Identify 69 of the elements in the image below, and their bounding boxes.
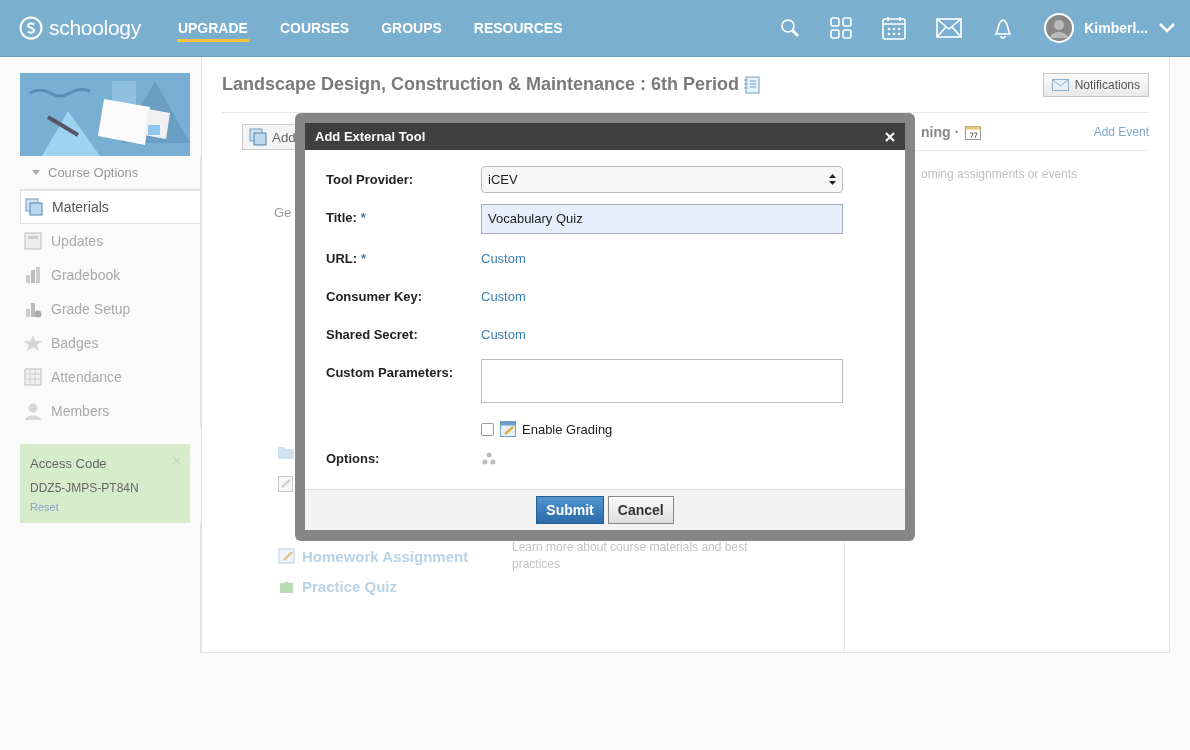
calendar-grid-icon bbox=[24, 368, 42, 386]
checkbox-label[interactable]: Enable Grading bbox=[522, 421, 613, 437]
caret-down-icon bbox=[32, 170, 40, 175]
required-mark: * bbox=[361, 251, 367, 266]
nav-tab[interactable]: COURSES bbox=[278, 14, 351, 42]
field-label: Options: bbox=[326, 451, 380, 466]
section-heading: Ge bbox=[274, 205, 292, 220]
logo-icon[interactable] bbox=[19, 16, 43, 40]
submit-button[interactable]: Submit bbox=[536, 496, 604, 524]
parameters-text-area[interactable] bbox=[481, 359, 843, 403]
updates-icon bbox=[24, 232, 42, 250]
logo-text[interactable]: schoology bbox=[49, 16, 141, 40]
calendar-icon bbox=[965, 123, 982, 140]
add-event-link[interactable]: Add Event bbox=[1093, 124, 1149, 139]
access-code: DDZ5-JMPS-PT84N bbox=[30, 481, 140, 495]
nav-tab[interactable]: UPGRADE bbox=[176, 14, 249, 42]
field-label: Consumer Key: bbox=[326, 289, 423, 304]
sidebar-item[interactable]: Grade Setup bbox=[20, 292, 200, 326]
chevron-down-icon[interactable] bbox=[1158, 22, 1176, 34]
field-label: URL: bbox=[326, 251, 358, 266]
materials-icon bbox=[25, 198, 43, 216]
chart-icon bbox=[24, 266, 42, 284]
upcoming-heading: ning · bbox=[921, 123, 960, 140]
envelope-icon bbox=[1051, 78, 1069, 91]
user-name[interactable]: Kimberl... bbox=[1084, 20, 1148, 36]
gradebook-icon bbox=[500, 421, 516, 437]
mail-icon[interactable] bbox=[936, 18, 963, 38]
chart-gear-icon bbox=[24, 300, 42, 318]
empty-message: oming assignments or events bbox=[920, 166, 1079, 181]
avatar[interactable] bbox=[1044, 13, 1075, 43]
help-text: Learn more about course materials and best practices bbox=[512, 539, 749, 573]
grid-icon[interactable] bbox=[830, 17, 853, 39]
access-code-title: Access Code bbox=[30, 456, 107, 471]
sidebar-item[interactable]: Members bbox=[20, 394, 200, 428]
sidebar-item[interactable]: Materials bbox=[20, 190, 200, 224]
grading-checkbox[interactable] bbox=[481, 422, 494, 436]
field-label: Tool Provider: bbox=[326, 172, 414, 187]
custom-link[interactable]: Custom bbox=[481, 245, 526, 266]
pencil-page-icon bbox=[278, 547, 296, 565]
materials-icon bbox=[249, 128, 267, 146]
custom-link[interactable]: Custom bbox=[481, 283, 526, 304]
sidebar-item[interactable]: Updates bbox=[20, 224, 200, 258]
course-title: Landscape Design, Construction & Maintenance : 6th Period bbox=[222, 74, 740, 95]
title-input-field[interactable]: Vocabulary Quiz bbox=[481, 204, 843, 234]
field-label: Custom Parameters: bbox=[326, 365, 454, 380]
calendar-icon[interactable] bbox=[882, 16, 907, 40]
star-icon bbox=[24, 334, 42, 352]
material-link[interactable]: Practice Quiz bbox=[278, 577, 469, 595]
updown-arrows-icon bbox=[829, 174, 836, 185]
notebook-icon bbox=[743, 75, 761, 94]
nav-tab[interactable]: GROUPS bbox=[380, 14, 443, 42]
custom-link[interactable]: Custom bbox=[481, 321, 526, 342]
cancel-button[interactable]: Cancel bbox=[607, 496, 674, 524]
search-icon[interactable] bbox=[780, 18, 801, 38]
field-label: Title: bbox=[326, 210, 357, 225]
reset-link[interactable]: Reset bbox=[30, 501, 180, 513]
material-link[interactable]: Homework Assignment bbox=[278, 547, 469, 565]
sidebar-item[interactable]: Gradebook bbox=[20, 258, 200, 292]
loading-spinner-icon bbox=[481, 451, 497, 467]
sidebar-item[interactable]: Badges bbox=[20, 326, 200, 360]
required-mark: * bbox=[360, 210, 366, 225]
edit-page-icon bbox=[278, 476, 294, 492]
sidebar-item[interactable]: Attendance bbox=[20, 360, 200, 394]
nav-tab[interactable]: RESOURCES bbox=[472, 14, 564, 42]
notifications-button[interactable]: Notifications bbox=[1042, 72, 1149, 97]
folder-icon bbox=[278, 446, 294, 459]
tool-provider-select[interactable]: iCEV bbox=[481, 166, 843, 193]
field-label: Shared Secret: bbox=[326, 327, 418, 342]
person-icon bbox=[24, 402, 42, 420]
